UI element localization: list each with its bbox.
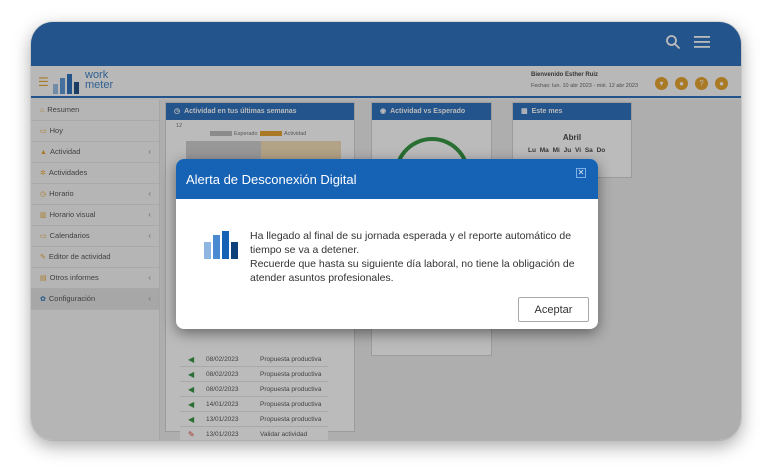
dialog-title: Alerta de Desconexión Digital [186,172,357,187]
close-icon[interactable]: ✕ [576,168,586,178]
workmeter-bars-icon [204,231,242,259]
dialog-message-line-1: Ha llegado al final de su jornada espera… [250,230,572,256]
dialog-message: Ha llegado al final de su jornada espera… [250,229,585,285]
dialog-header: Alerta de Desconexión Digital ✕ [176,159,598,199]
accept-button[interactable]: Aceptar [518,297,589,322]
tablet-frame: ☰ work meter Bienvenido Esther Ruiz Fecha… [31,22,741,440]
disconnection-alert-dialog: Alerta de Desconexión Digital ✕ Ha llega… [176,159,598,329]
dialog-message-line-2: Recuerde que hasta su siguiente día labo… [250,258,575,284]
